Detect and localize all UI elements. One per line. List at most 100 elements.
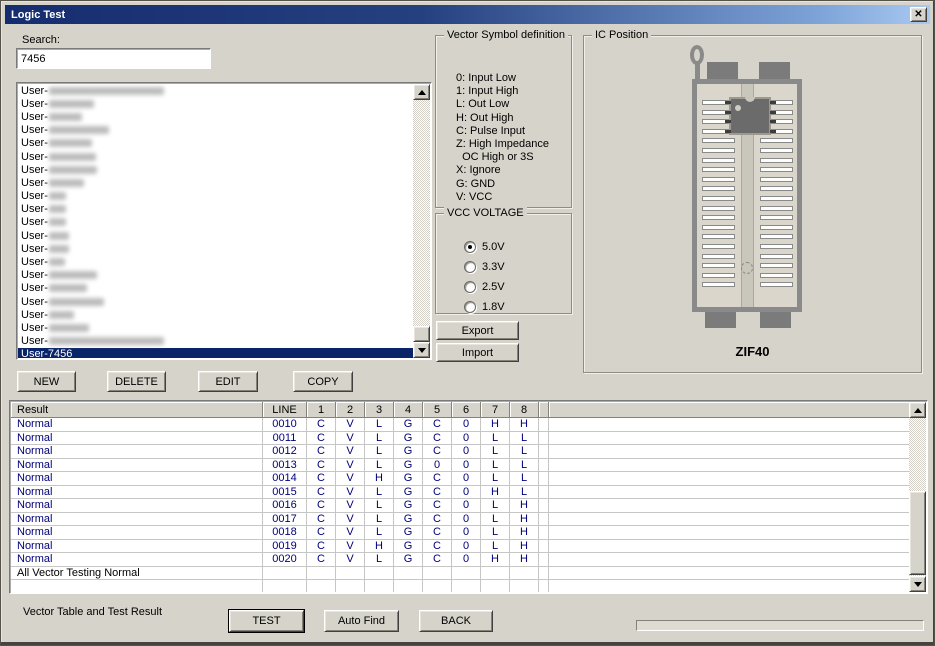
list-item[interactable]: User- <box>18 163 413 176</box>
radio-icon[interactable] <box>464 281 476 293</box>
export-button[interactable]: Export <box>436 321 519 340</box>
cell-stub <box>539 418 549 431</box>
list-item-prefix: User- <box>21 322 48 334</box>
copy-button[interactable]: COPY <box>293 371 353 392</box>
column-header-7[interactable]: 6 <box>452 402 481 418</box>
result-row[interactable]: Normal0013CVLG00LL <box>11 459 909 473</box>
cell: Normal <box>11 553 263 566</box>
column-header-0[interactable]: Result <box>11 402 263 418</box>
result-row[interactable]: Normal0015CVLGC0HL <box>11 486 909 500</box>
cell-fill <box>549 499 909 512</box>
result-table-body: Normal0010CVLGC0HHNormal0011CVLGC0LLNorm… <box>11 418 909 592</box>
list-item[interactable]: User- <box>18 308 413 321</box>
list-item[interactable]: User- <box>18 84 413 97</box>
test-button[interactable]: TEST <box>229 610 304 632</box>
list-item[interactable]: User- <box>18 150 413 163</box>
list-item[interactable]: User- <box>18 269 413 282</box>
socket-slot <box>760 215 793 220</box>
column-header-1[interactable]: LINE <box>263 402 307 418</box>
list-item[interactable]: User- <box>18 295 413 308</box>
radio-icon[interactable] <box>464 241 476 253</box>
vector-symbol-line: OC High or 3S <box>456 151 549 164</box>
cell: L <box>510 472 539 485</box>
result-row[interactable]: Normal0012CVLGC0LL <box>11 445 909 459</box>
column-header-8[interactable]: 7 <box>481 402 510 418</box>
list-item[interactable]: User- <box>18 216 413 229</box>
scroll-up-button[interactable] <box>413 84 430 100</box>
cell: L <box>481 499 510 512</box>
result-row[interactable]: Normal0017CVLGC0LH <box>11 513 909 527</box>
list-item[interactable]: User- <box>18 242 413 255</box>
summary-row[interactable]: All Vector Testing Normal <box>11 567 909 581</box>
cell-fill <box>549 472 909 485</box>
list-item[interactable]: User- <box>18 176 413 189</box>
result-table-scrollbar[interactable] <box>909 402 926 592</box>
cell: 0012 <box>263 445 307 458</box>
column-header-5[interactable]: 4 <box>394 402 423 418</box>
close-button[interactable]: ✕ <box>910 7 927 22</box>
user-list[interactable]: User-User-User-User-User-User-User-User-… <box>16 82 432 360</box>
list-item[interactable]: User- <box>18 255 413 268</box>
scroll-thumb[interactable] <box>909 491 926 575</box>
cell: H <box>510 526 539 539</box>
edit-button[interactable]: EDIT <box>198 371 258 392</box>
user-list-scrollbar[interactable] <box>413 84 430 358</box>
new-button[interactable]: NEW <box>17 371 76 392</box>
scroll-up-button[interactable] <box>909 402 926 418</box>
vcc-option-3[interactable]: 1.8V <box>464 300 505 313</box>
cell: V <box>336 459 365 472</box>
vcc-option-1[interactable]: 3.3V <box>464 260 505 273</box>
list-item[interactable]: User- <box>18 335 413 348</box>
vcc-option-2[interactable]: 2.5V <box>464 280 505 293</box>
title-bar[interactable]: Logic Test ✕ <box>5 5 930 24</box>
result-row[interactable]: Normal0014CVHGC0LL <box>11 472 909 486</box>
result-row[interactable]: Normal0010CVLGC0HH <box>11 418 909 432</box>
cell: Normal <box>11 513 263 526</box>
column-header-9[interactable]: 8 <box>510 402 539 418</box>
auto-find-button[interactable]: Auto Find <box>324 610 399 632</box>
result-row[interactable]: Normal0018CVLGC0LH <box>11 526 909 540</box>
radio-icon[interactable] <box>464 301 476 313</box>
socket-slot <box>760 234 793 239</box>
cell <box>510 567 539 580</box>
redacted-text <box>49 258 65 266</box>
scroll-down-button[interactable] <box>413 342 430 358</box>
scroll-down-button[interactable] <box>909 576 926 592</box>
cell: G <box>394 472 423 485</box>
list-item[interactable]: User- <box>18 110 413 123</box>
user-list-items: User-User-User-User-User-User-User-User-… <box>18 84 413 358</box>
list-item[interactable]: User- <box>18 137 413 150</box>
cell-stub <box>539 432 549 445</box>
cell: H <box>481 486 510 499</box>
empty-row[interactable] <box>11 580 909 592</box>
column-header-3[interactable]: 2 <box>336 402 365 418</box>
list-item[interactable]: User- <box>18 124 413 137</box>
vcc-option-0[interactable]: 5.0V <box>464 240 505 253</box>
result-row[interactable]: Normal0019CVHGC0LH <box>11 540 909 554</box>
cell-fill <box>549 580 909 592</box>
vcc-option-label: 5.0V <box>482 241 505 253</box>
import-button[interactable]: Import <box>436 343 519 362</box>
list-item[interactable]: User- <box>18 229 413 242</box>
close-icon: ✕ <box>914 10 922 20</box>
column-header-2[interactable]: 1 <box>307 402 336 418</box>
search-input[interactable] <box>16 48 211 69</box>
scroll-thumb[interactable] <box>413 326 430 342</box>
list-item[interactable]: User- <box>18 190 413 203</box>
column-header-4[interactable]: 3 <box>365 402 394 418</box>
list-item-selected[interactable]: User-7456 <box>18 348 413 358</box>
result-row[interactable]: Normal0011CVLGC0LL <box>11 432 909 446</box>
list-item[interactable]: User- <box>18 97 413 110</box>
result-row[interactable]: Normal0016CVLGC0LH <box>11 499 909 513</box>
radio-icon[interactable] <box>464 261 476 273</box>
socket-slot <box>760 148 793 153</box>
column-header-6[interactable]: 5 <box>423 402 452 418</box>
list-item[interactable]: User- <box>18 282 413 295</box>
vector-symbol-group: Vector Symbol definition 0: Input Low1: … <box>435 35 572 208</box>
list-item[interactable]: User- <box>18 203 413 216</box>
list-item[interactable]: User- <box>18 321 413 334</box>
delete-button[interactable]: DELETE <box>107 371 166 392</box>
back-button[interactable]: BACK <box>419 610 493 632</box>
cell: G <box>394 459 423 472</box>
result-row[interactable]: Normal0020CVLGC0HH <box>11 553 909 567</box>
